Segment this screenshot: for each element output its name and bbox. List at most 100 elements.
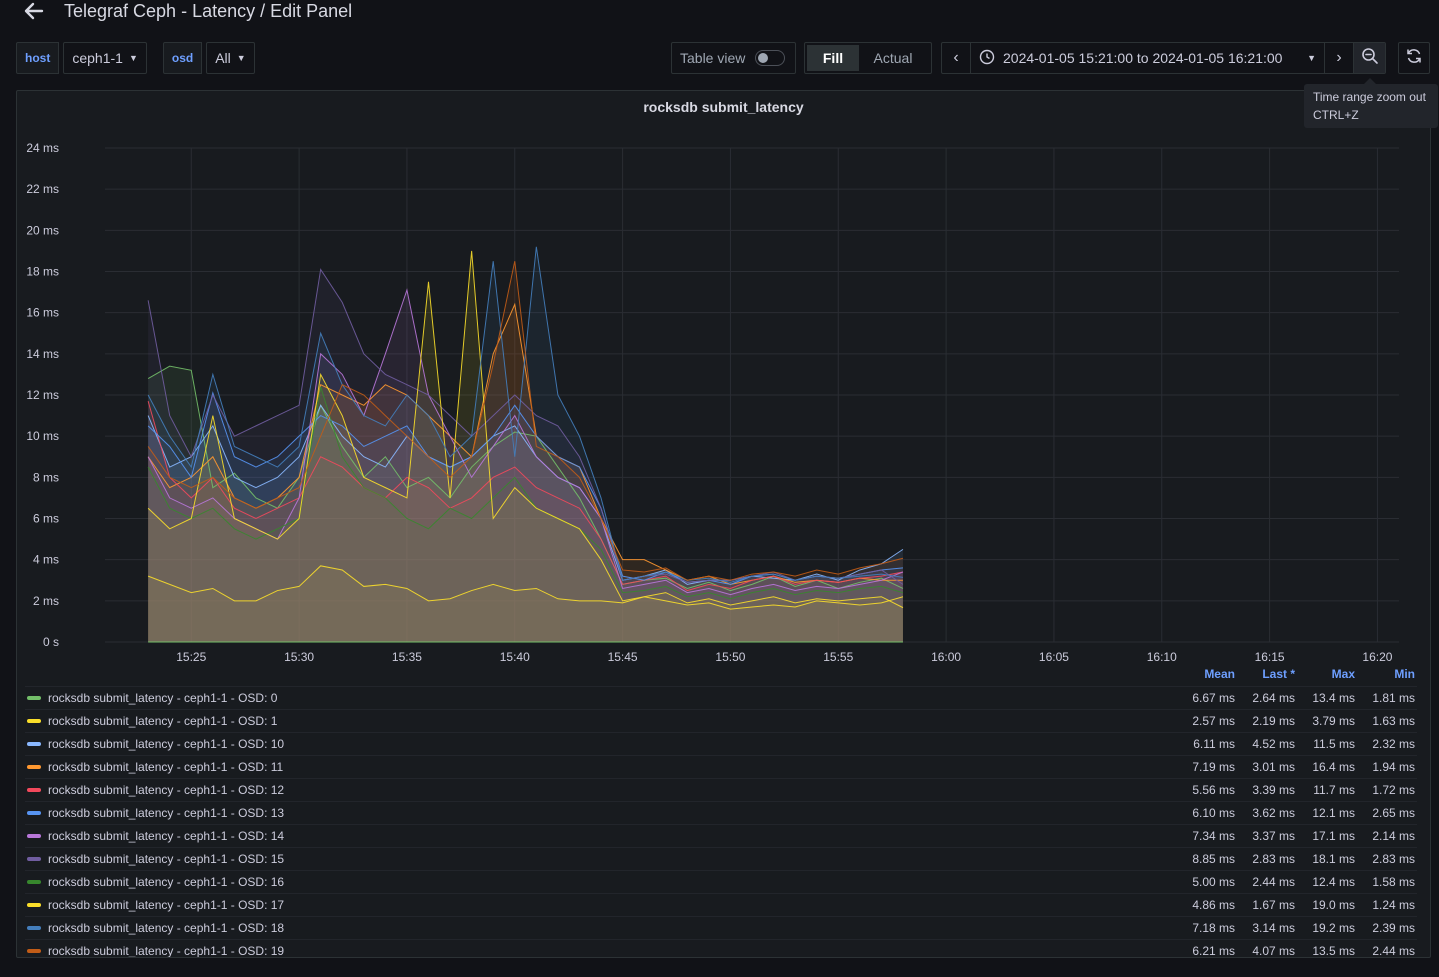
- legend-value-min: 1.72 ms: [1372, 783, 1415, 797]
- x-tick-label: 16:15: [1255, 650, 1285, 661]
- legend-table: rocksdb submit_latency - ceph1-1 - OSD: …: [25, 686, 1417, 958]
- legend-value-mean: 7.34 ms: [1192, 829, 1235, 843]
- y-tick-label: 12 ms: [26, 388, 59, 402]
- y-tick-label: 24 ms: [26, 141, 59, 155]
- legend-value-mean: 7.18 ms: [1192, 921, 1235, 935]
- legend-value-min: 2.14 ms: [1372, 829, 1415, 843]
- legend-value-max: 13.4 ms: [1312, 691, 1355, 705]
- osd-variable-select[interactable]: All ▼: [206, 42, 255, 74]
- template-variables: host ceph1-1 ▼ osd All ▼: [16, 42, 255, 74]
- series-color-swatch: [27, 857, 41, 861]
- series-color-swatch: [27, 903, 41, 907]
- host-variable-value: ceph1-1: [72, 50, 123, 66]
- legend-row[interactable]: rocksdb submit_latency - ceph1-1 - OSD: …: [25, 916, 1417, 939]
- y-tick-label: 6 ms: [33, 512, 59, 526]
- legend-value-last: 3.14 ms: [1252, 921, 1295, 935]
- back-arrow-icon[interactable]: [20, 0, 48, 22]
- time-range-text: 2024-01-05 15:21:00 to 2024-01-05 16:21:…: [1003, 50, 1283, 66]
- legend-header-max[interactable]: Max: [1297, 667, 1355, 685]
- actual-button[interactable]: Actual: [859, 45, 927, 71]
- y-tick-label: 16 ms: [26, 306, 59, 320]
- host-variable-select[interactable]: ceph1-1 ▼: [63, 42, 147, 74]
- legend-value-max: 13.5 ms: [1312, 944, 1355, 958]
- legend-value-min: 2.65 ms: [1372, 806, 1415, 820]
- clock-icon: [979, 49, 995, 68]
- legend-value-mean: 7.19 ms: [1192, 760, 1235, 774]
- legend-value-mean: 5.00 ms: [1192, 875, 1235, 889]
- legend-value-max: 12.1 ms: [1312, 806, 1355, 820]
- legend-value-last: 3.01 ms: [1252, 760, 1295, 774]
- legend-value-last: 2.64 ms: [1252, 691, 1295, 705]
- x-tick-label: 16:10: [1147, 650, 1177, 661]
- y-tick-label: 2 ms: [33, 594, 59, 608]
- legend-value-last: 4.52 ms: [1252, 737, 1295, 751]
- x-tick-label: 15:25: [176, 650, 206, 661]
- legend-value-mean: 6.21 ms: [1192, 944, 1235, 958]
- legend-value-min: 2.83 ms: [1372, 852, 1415, 866]
- page-title: Telegraf Ceph - Latency / Edit Panel: [64, 1, 353, 21]
- x-tick-label: 15:50: [715, 650, 745, 661]
- fill-actual-switch: Fill Actual: [804, 42, 932, 74]
- y-tick-label: 18 ms: [26, 265, 59, 279]
- legend-row[interactable]: rocksdb submit_latency - ceph1-1 - OSD: …: [25, 686, 1417, 709]
- legend-value-last: 3.39 ms: [1252, 783, 1295, 797]
- variable-label-osd: osd: [162, 42, 203, 74]
- legend-value-min: 2.32 ms: [1372, 737, 1415, 751]
- osd-variable-value: All: [215, 50, 231, 66]
- legend-row[interactable]: rocksdb submit_latency - ceph1-1 - OSD: …: [25, 801, 1417, 824]
- chevron-right-icon[interactable]: ›: [1325, 43, 1353, 73]
- x-tick-label: 15:30: [284, 650, 314, 661]
- latency-chart[interactable]: 0 s 2 ms 4 ms 6 ms 8 ms 10 ms 12 ms 14 ms 16 ms 1…: [17, 91, 1431, 661]
- legend-row[interactable]: rocksdb submit_latency - ceph1-1 - OSD: …: [25, 709, 1417, 732]
- legend-value-max: 11.7 ms: [1313, 783, 1355, 797]
- fill-button[interactable]: Fill: [807, 45, 859, 71]
- legend-row[interactable]: rocksdb submit_latency - ceph1-1 - OSD: …: [25, 755, 1417, 778]
- legend-value-min: 1.58 ms: [1372, 875, 1415, 889]
- zoom-out-tooltip: Time range zoom out CTRL+Z: [1304, 78, 1438, 128]
- series-color-swatch: [27, 742, 41, 746]
- legend-row[interactable]: rocksdb submit_latency - ceph1-1 - OSD: …: [25, 847, 1417, 870]
- legend-header-last[interactable]: Last *: [1237, 667, 1295, 685]
- legend-value-min: 1.94 ms: [1372, 760, 1415, 774]
- legend-value-max: 17.1 ms: [1312, 829, 1355, 843]
- x-tick-label: 15:45: [608, 650, 638, 661]
- zoom-out-button[interactable]: [1353, 43, 1385, 73]
- y-tick-label: 0 s: [43, 635, 59, 649]
- legend-value-last: 3.37 ms: [1252, 829, 1295, 843]
- legend-value-max: 18.1 ms: [1312, 852, 1355, 866]
- page-header: Telegraf Ceph - Latency / Edit Panel: [0, 0, 1439, 24]
- legend-row[interactable]: rocksdb submit_latency - ceph1-1 - OSD: …: [25, 824, 1417, 847]
- legend-value-mean: 6.10 ms: [1192, 806, 1235, 820]
- legend-row[interactable]: rocksdb submit_latency - ceph1-1 - OSD: …: [25, 939, 1417, 958]
- y-tick-label: 22 ms: [26, 182, 59, 196]
- legend-row[interactable]: rocksdb submit_latency - ceph1-1 - OSD: …: [25, 893, 1417, 916]
- legend-value-max: 19.0 ms: [1312, 898, 1355, 912]
- toggle-switch[interactable]: [755, 50, 786, 66]
- refresh-button[interactable]: [1398, 42, 1430, 74]
- legend-value-mean: 8.85 ms: [1192, 852, 1235, 866]
- legend-header-mean[interactable]: Mean: [1177, 667, 1235, 685]
- y-tick-label: 20 ms: [26, 223, 59, 237]
- legend-value-mean: 5.56 ms: [1192, 783, 1235, 797]
- series-color-swatch: [27, 880, 41, 884]
- chevron-down-icon: ▼: [128, 53, 138, 63]
- legend-value-min: 1.81 ms: [1372, 691, 1415, 705]
- chevron-left-icon[interactable]: ‹: [942, 43, 970, 73]
- zoom-out-icon: [1361, 47, 1379, 70]
- legend-row[interactable]: rocksdb submit_latency - ceph1-1 - OSD: …: [25, 778, 1417, 801]
- legend-value-last: 2.83 ms: [1252, 852, 1295, 866]
- time-range-button[interactable]: 2024-01-05 15:21:00 to 2024-01-05 16:21:…: [970, 43, 1325, 73]
- legend-value-mean: 6.67 ms: [1192, 691, 1235, 705]
- legend-header-min[interactable]: Min: [1357, 667, 1415, 685]
- x-tick-label: 15:35: [392, 650, 422, 661]
- series-color-swatch: [27, 834, 41, 838]
- legend-row[interactable]: rocksdb submit_latency - ceph1-1 - OSD: …: [25, 732, 1417, 755]
- legend-value-mean: 2.57 ms: [1192, 714, 1235, 728]
- x-tick-label: 16:20: [1362, 650, 1392, 661]
- series-color-swatch: [27, 696, 41, 700]
- series-color-swatch: [27, 765, 41, 769]
- table-view-toggle[interactable]: Table view: [671, 42, 796, 74]
- legend-row[interactable]: rocksdb submit_latency - ceph1-1 - OSD: …: [25, 870, 1417, 893]
- tooltip-line-2: CTRL+Z: [1313, 108, 1359, 122]
- refresh-icon: [1405, 47, 1423, 70]
